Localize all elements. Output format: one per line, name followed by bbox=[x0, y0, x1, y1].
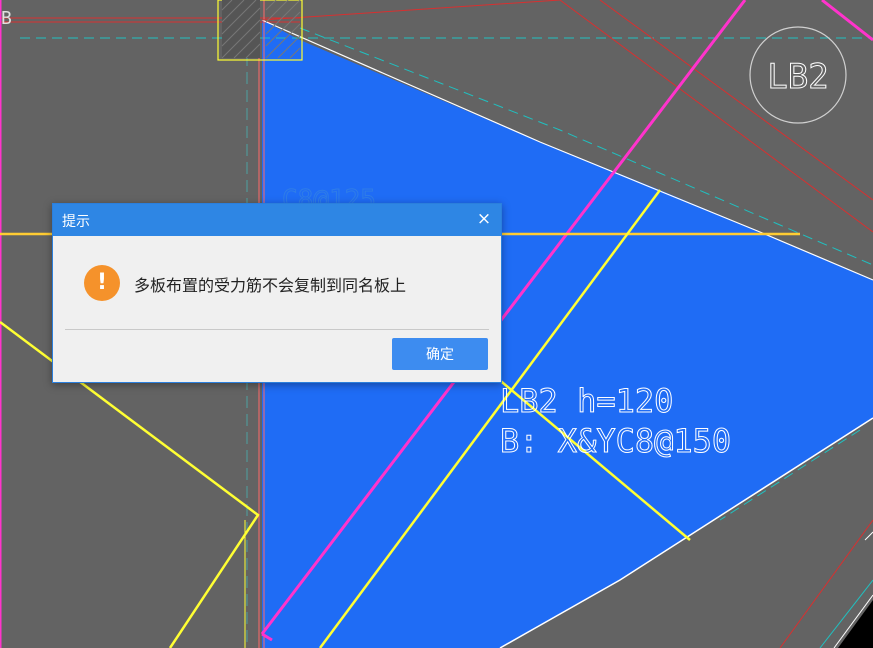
dialog-titlebar[interactable]: 提示 × bbox=[53, 204, 501, 236]
dialog-title: 提示 bbox=[62, 214, 90, 230]
slab-circle-label: LB2 bbox=[767, 57, 828, 97]
close-icon[interactable]: × bbox=[473, 208, 495, 230]
dialog-divider bbox=[65, 329, 489, 330]
edge-glyph: B bbox=[1, 8, 12, 29]
dialog-message: 多板布置的受力筋不会复制到同名板上 bbox=[134, 276, 407, 295]
ok-button[interactable]: 确定 bbox=[392, 338, 488, 370]
slab-annotation-line2[interactable]: B: X&YC8@150 bbox=[500, 422, 732, 461]
slab-annotation-line1[interactable]: LB2 h=120 bbox=[500, 382, 674, 421]
dialog-body: ! 多板布置的受力筋不会复制到同名板上 bbox=[53, 236, 501, 329]
alert-dialog: 提示 × ! 多板布置的受力筋不会复制到同名板上 确定 bbox=[52, 203, 502, 383]
exclamation-circle-icon: ! bbox=[84, 265, 120, 301]
